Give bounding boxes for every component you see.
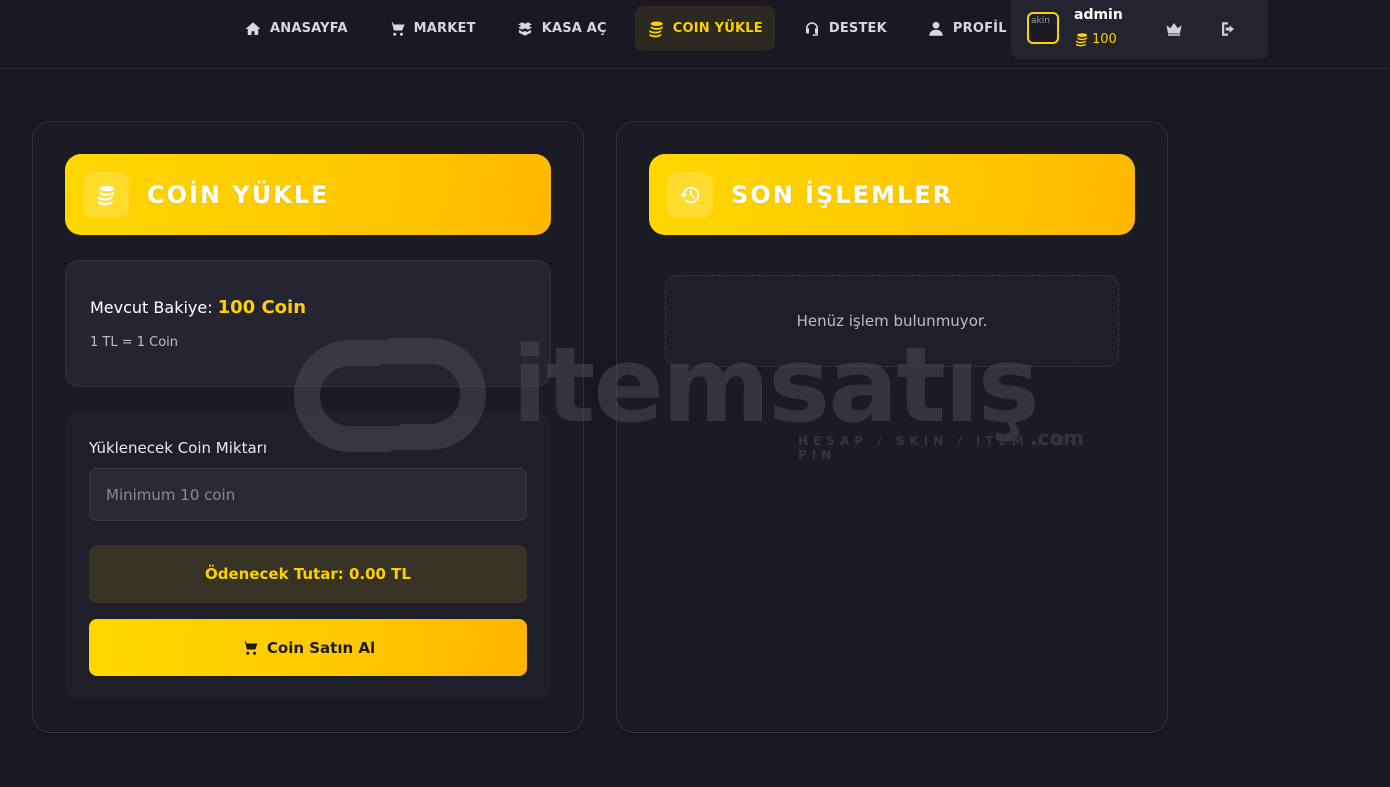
cart-icon (389, 21, 405, 36)
balance-label: Mevcut Bakiye: (90, 298, 213, 317)
user-coin-value: 100 (1092, 32, 1117, 47)
coins-icon (649, 21, 663, 37)
balance-card: Mevcut Bakiye: 100 Coin 1 TL = 1 Coin (65, 260, 551, 387)
nav-item-label: COIN YÜKLE (672, 21, 763, 36)
username: admin (1074, 7, 1123, 23)
avatar[interactable]: akin (1027, 12, 1059, 44)
user-coin-balance: 100 (1074, 32, 1117, 47)
crown-icon (1166, 23, 1182, 36)
coin-amount-input[interactable] (89, 468, 527, 521)
top-navbar: ANASAYFA MARKET KASA AÇ COIN YÜKLE DESTE… (0, 0, 1390, 69)
nav-item-label: DESTEK (828, 21, 887, 36)
crown-button[interactable] (1163, 18, 1185, 40)
logout-button[interactable] (1217, 18, 1239, 40)
history-panel: SON İŞLEMLER Henüz işlem bulunmuyor. (616, 121, 1168, 733)
nav-item-coin-yukle[interactable]: COIN YÜKLE (634, 6, 775, 51)
nav-item-profil[interactable]: PROFİL (915, 6, 1019, 51)
total-amount: Ödenecek Tutar: 0.00 TL (89, 545, 527, 603)
coin-load-panel: COİN YÜKLE Mevcut Bakiye: 100 Coin 1 TL … (32, 121, 584, 733)
buy-coin-label: Coin Satın Al (266, 638, 376, 657)
logout-icon (1222, 22, 1234, 36)
nav-item-label: PROFİL (952, 21, 1007, 36)
user-box: akin admin 100 (1011, 0, 1268, 59)
header-icon-box (83, 171, 129, 218)
user-icon (929, 21, 943, 36)
exchange-rate: 1 TL = 1 Coin (90, 335, 179, 350)
empty-transactions: Henüz işlem bulunmuyor. (665, 275, 1119, 367)
coins-icon (97, 185, 115, 205)
home-icon (245, 21, 261, 35)
panel-title: SON İŞLEMLER (731, 180, 954, 209)
coins-icon (1075, 33, 1088, 47)
coin-load-header: COİN YÜKLE (65, 154, 551, 235)
nav-item-kasa[interactable]: KASA AÇ (504, 6, 619, 51)
buy-coin-button[interactable]: Coin Satın Al (89, 619, 527, 676)
balance-value: 100 Coin (217, 297, 307, 318)
amount-label: Yüklenecek Coin Miktarı (89, 439, 267, 457)
history-header: SON İŞLEMLER (649, 154, 1135, 235)
panel-title: COİN YÜKLE (147, 180, 330, 209)
nav-item-home[interactable]: ANASAYFA (232, 6, 360, 51)
nav-item-label: MARKET (413, 21, 476, 36)
nav-item-label: KASA AÇ (541, 21, 607, 36)
headset-icon (805, 21, 818, 36)
purchase-form: Yüklenecek Coin Miktarı Ödenecek Tutar: … (65, 411, 551, 699)
box-icon (517, 21, 532, 36)
balance-line: Mevcut Bakiye: 100 Coin (90, 297, 306, 318)
cart-icon (242, 640, 258, 655)
nav-item-market[interactable]: MARKET (376, 6, 488, 51)
nav-item-label: ANASAYFA (270, 21, 348, 36)
nav-item-destek[interactable]: DESTEK (791, 6, 899, 51)
nav-links: ANASAYFA MARKET KASA AÇ COIN YÜKLE DESTE… (232, 6, 1035, 51)
history-icon (679, 186, 700, 203)
header-icon-box (667, 171, 713, 218)
